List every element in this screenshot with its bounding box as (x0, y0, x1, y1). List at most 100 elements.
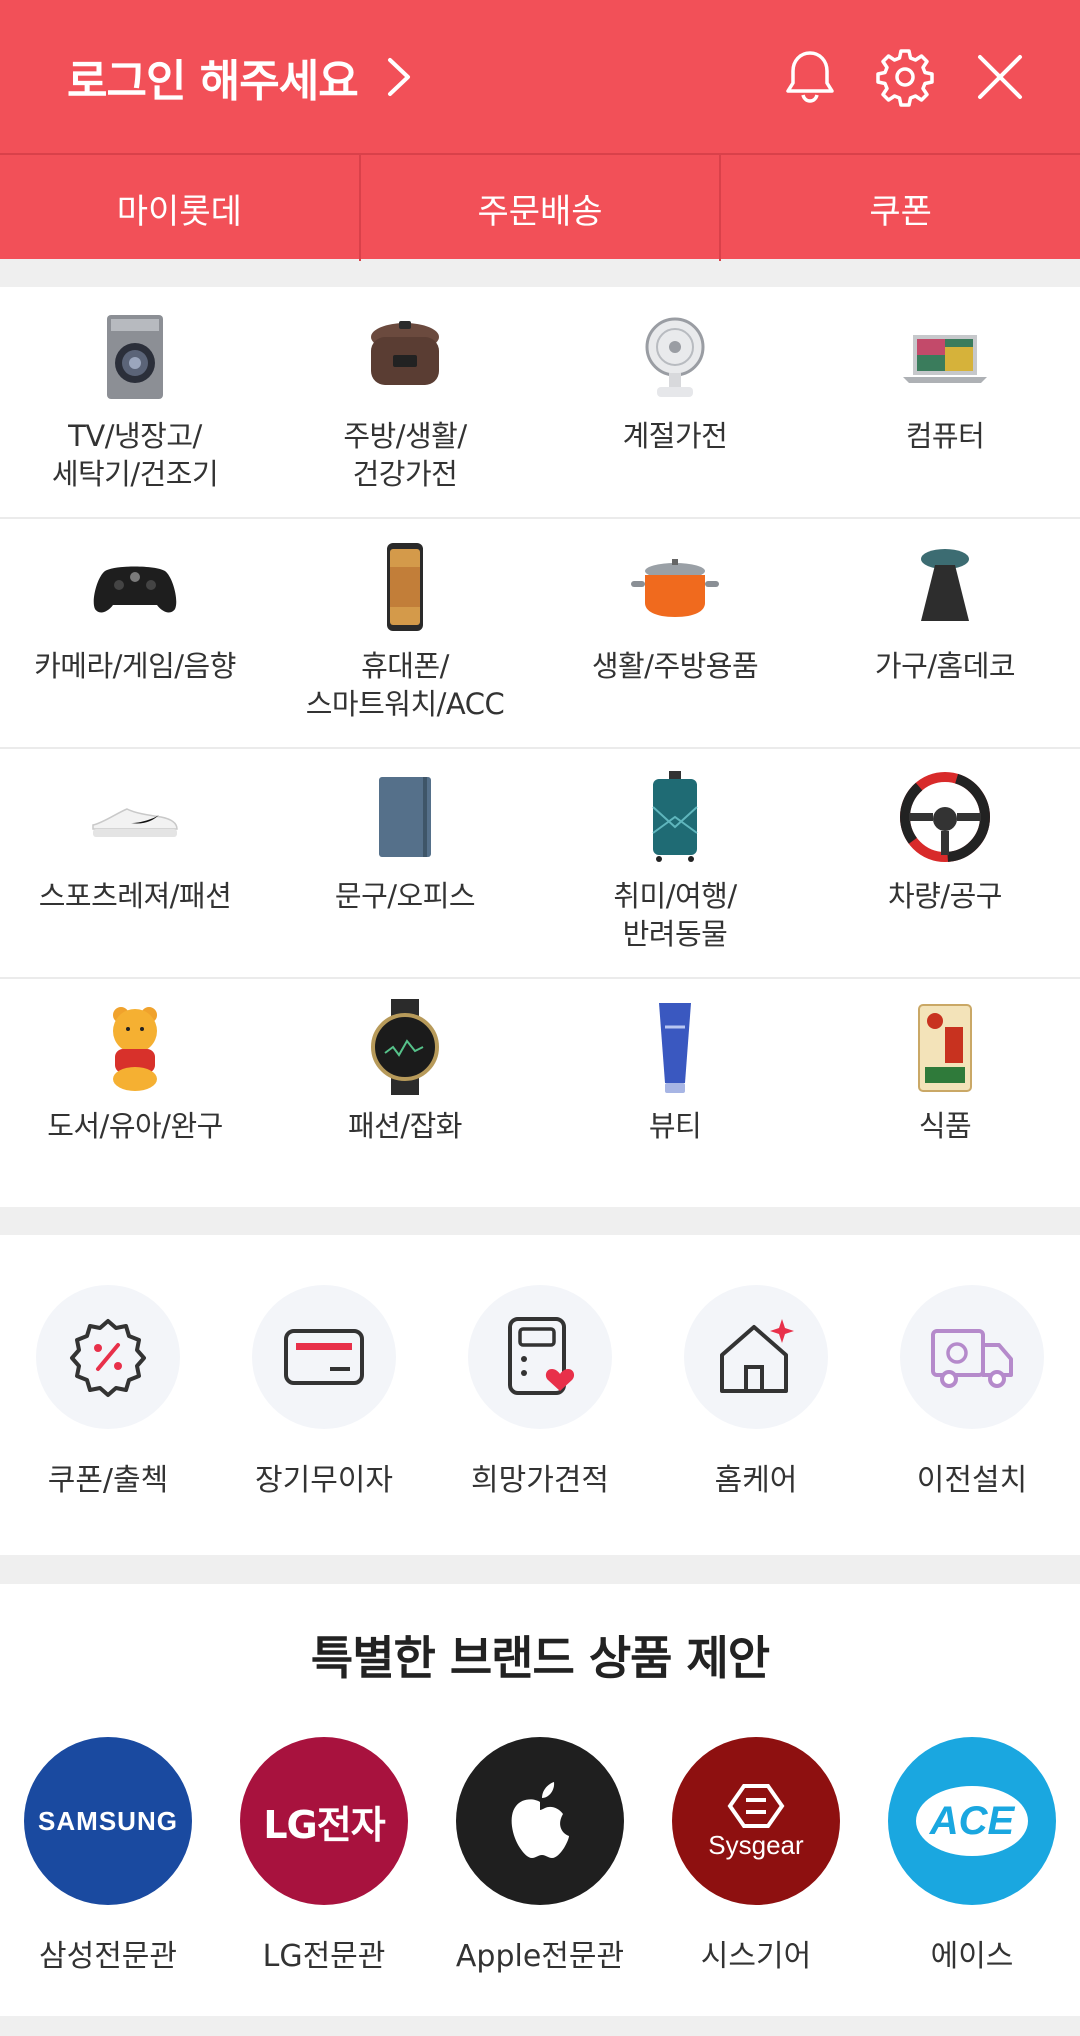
tab-order-delivery[interactable]: 주문배송 (358, 155, 720, 261)
category-label: 가구/홈데코 (874, 649, 1016, 683)
sysgear-emblem-icon (727, 1783, 785, 1828)
moving-truck-icon (931, 1329, 1013, 1388)
watch-icon (371, 999, 439, 1095)
service-shortcuts: 쿠폰/출첵 장기무이자 희망가견적 홈케어 이전설치 (0, 1235, 1080, 1555)
calculator-heart-icon (508, 1317, 575, 1395)
category-label: 생활/주방용품 (591, 649, 759, 683)
category-item[interactable]: 계절가전 (540, 287, 810, 517)
service-label: 쿠폰/출첵 (47, 1463, 169, 1498)
brand-section: 특별한 브랜드 상품 제안 SAMSUNG 삼성전문관 LG전자 LG전문관 A… (0, 1584, 1080, 2016)
category-label: 주방/생활/ 건강가전 (343, 419, 467, 491)
category-row: 카메라/게임/음향 휴대폰/ 스마트워치/ACC 생활/주방용품 가구/홈데코 (0, 517, 1080, 749)
category-item[interactable]: 뷰티 (540, 977, 810, 1207)
tab-my-lotte[interactable]: 마이롯데 (0, 155, 359, 261)
brand-item-apple[interactable]: Apple전문관 (432, 1737, 648, 1975)
apple-logo (456, 1737, 624, 1905)
category-item[interactable]: 주방/생활/ 건강가전 (270, 287, 540, 517)
category-item[interactable]: 패션/잡화 (270, 977, 540, 1207)
service-label: 희망가견적 (471, 1463, 609, 1498)
category-label: 문구/오피스 (334, 879, 476, 913)
fan-icon (645, 317, 705, 397)
category-item[interactable]: 휴대폰/ 스마트워치/ACC (270, 517, 540, 747)
category-label: 차량/공구 (888, 879, 1003, 913)
brand-item-lg[interactable]: LG전자 LG전문관 (216, 1737, 432, 1975)
service-icon-circle (252, 1285, 396, 1429)
service-label: 이전설치 (916, 1463, 1028, 1498)
notebook-icon (379, 777, 431, 857)
sysgear-logo: Sysgear (672, 1737, 840, 1905)
credit-card-icon (284, 1329, 364, 1385)
brand-item-ace[interactable]: ACE 에이스 (864, 1737, 1080, 1975)
rice-bag-icon (918, 1004, 972, 1092)
category-item[interactable]: 취미/여행/ 반려동물 (540, 747, 810, 977)
category-grid: TV/냉장고/ 세탁기/건조기 주방/생활/ 건강가전 계절가전 컴퓨터 카메라… (0, 287, 1080, 1207)
pot-icon (631, 559, 719, 617)
stool-icon (921, 549, 969, 621)
lg-logo: LG전자 (240, 1737, 408, 1905)
service-label: 홈케어 (714, 1463, 798, 1498)
brand-label: 삼성전문관 (39, 1939, 177, 1974)
category-label: 스포츠레져/패션 (38, 879, 232, 913)
category-item[interactable]: 생활/주방용품 (540, 517, 810, 747)
category-item[interactable]: TV/냉장고/ 세탁기/건조기 (0, 287, 270, 517)
service-item[interactable]: 쿠폰/출첵 (0, 1285, 216, 1499)
category-item[interactable]: 문구/오피스 (270, 747, 540, 977)
coupon-percent-icon (70, 1319, 146, 1397)
category-item[interactable]: 차량/공구 (810, 747, 1080, 977)
service-icon-circle (900, 1285, 1044, 1429)
brand-label: 시스기어 (700, 1939, 812, 1974)
home-sparkle-icon (720, 1319, 794, 1393)
bell-icon[interactable] (778, 45, 842, 109)
close-icon[interactable] (968, 45, 1032, 109)
service-item[interactable]: 이전설치 (864, 1285, 1080, 1499)
service-item[interactable]: 홈케어 (648, 1285, 864, 1499)
category-item[interactable]: 도서/유아/완구 (0, 977, 270, 1207)
category-label: 식품 (918, 1109, 972, 1143)
category-item[interactable]: 컴퓨터 (810, 287, 1080, 517)
category-label: 컴퓨터 (905, 419, 985, 453)
apple-icon (511, 1782, 569, 1858)
brand-label: Apple전문관 (455, 1939, 625, 1974)
category-item[interactable]: 스포츠레져/패션 (0, 747, 270, 977)
brand-item-sysgear[interactable]: Sysgear 시스기어 (648, 1737, 864, 1975)
service-item[interactable]: 희망가견적 (432, 1285, 648, 1499)
cleanser-tube-icon (659, 1003, 691, 1093)
service-icon-circle (684, 1285, 828, 1429)
brand-item-samsung[interactable]: SAMSUNG 삼성전문관 (0, 1737, 216, 1975)
bear-toy-icon (113, 1007, 157, 1091)
category-item[interactable]: 식품 (810, 977, 1080, 1207)
category-row: TV/냉장고/ 세탁기/건조기 주방/생활/ 건강가전 계절가전 컴퓨터 (0, 287, 1080, 519)
brand-section-title: 특별한 브랜드 상품 제안 (310, 1631, 770, 1685)
category-row: 도서/유아/완구 패션/잡화 뷰티 식품 (0, 977, 1080, 1207)
service-item[interactable]: 장기무이자 (216, 1285, 432, 1499)
category-label: 휴대폰/ 스마트워치/ACC (305, 649, 505, 721)
samsung-logo: SAMSUNG (24, 1737, 192, 1905)
brand-label: 에이스 (930, 1939, 1014, 1974)
category-label: TV/냉장고/ 세탁기/건조기 (51, 419, 219, 491)
brand-label: LG전문관 (262, 1939, 386, 1974)
rice-cooker-icon (371, 321, 439, 385)
header: 로그인 해주세요 마이롯데 주문배송 쿠폰 (0, 0, 1080, 261)
sneaker-icon (92, 808, 178, 837)
header-tabs: 마이롯데 주문배송 쿠폰 (0, 153, 1080, 261)
steering-wheel-icon (900, 772, 990, 862)
category-label: 취미/여행/ 반려동물 (613, 879, 737, 951)
laptop-icon (903, 335, 987, 383)
smartphone-icon (387, 543, 423, 631)
login-link[interactable]: 로그인 해주세요 (67, 42, 416, 112)
category-label: 계절가전 (622, 419, 728, 453)
category-item[interactable]: 가구/홈데코 (810, 517, 1080, 747)
login-label: 로그인 해주세요 (67, 56, 359, 107)
washer-icon (107, 315, 163, 399)
category-label: 카메라/게임/음향 (34, 649, 236, 683)
service-icon-circle (36, 1285, 180, 1429)
chevron-right-icon (387, 58, 410, 96)
service-label: 장기무이자 (255, 1463, 393, 1498)
category-row: 스포츠레져/패션 문구/오피스 취미/여행/ 반려동물 차량/공구 (0, 747, 1080, 979)
gear-icon[interactable] (873, 45, 937, 109)
service-icon-circle (468, 1285, 612, 1429)
category-label: 도서/유아/완구 (47, 1109, 223, 1143)
category-item[interactable]: 카메라/게임/음향 (0, 517, 270, 747)
gamepad-icon (93, 566, 177, 613)
tab-coupon[interactable]: 쿠폰 (719, 155, 1080, 261)
